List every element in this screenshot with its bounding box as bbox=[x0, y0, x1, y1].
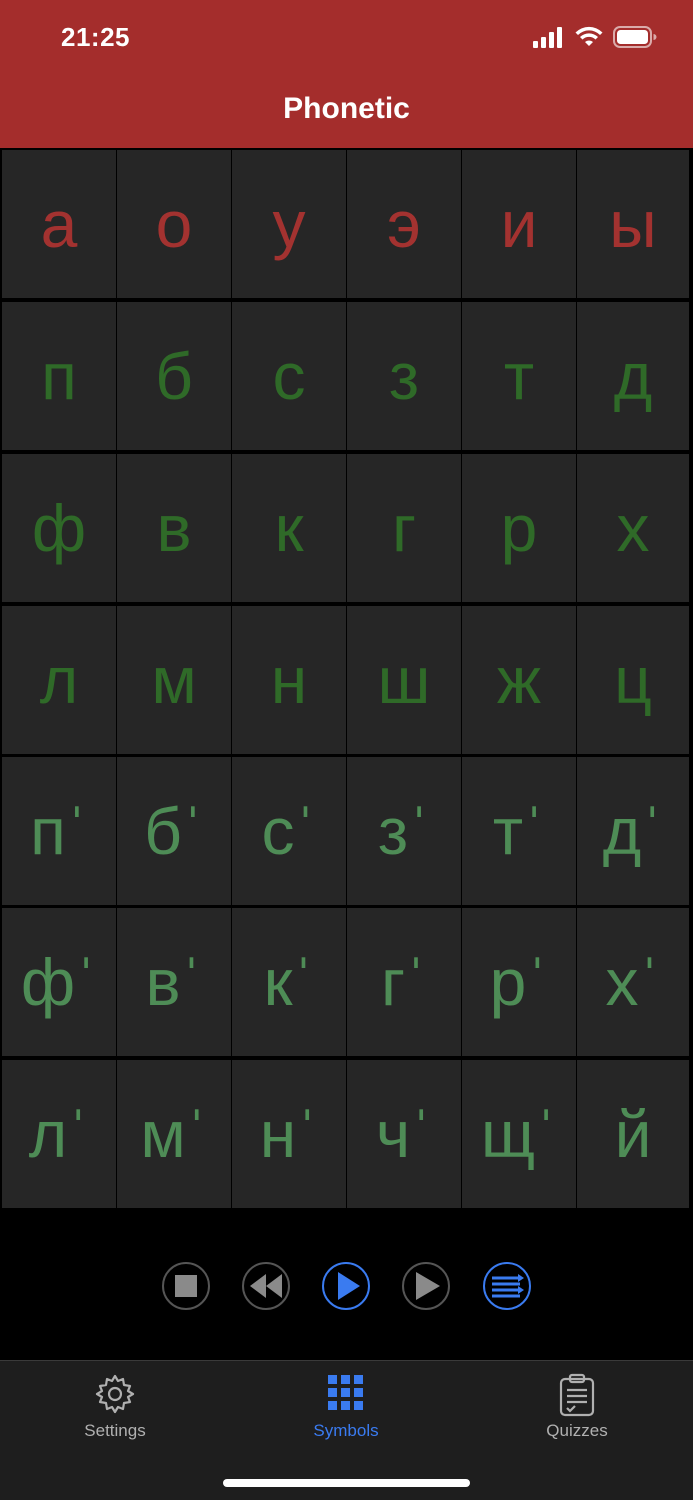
play-icon bbox=[338, 1272, 360, 1300]
symbol-cell[interactable]: г bbox=[347, 454, 461, 602]
symbol-grid: а о у э и ы п б с з т д ф в к г р х л м н ш ж ц пˈ бˈ сˈ зˈ тˈ дˈ фˈ вˈ… bbox=[0, 148, 693, 1210]
forward-icon bbox=[416, 1272, 440, 1300]
symbol-cell[interactable]: ш bbox=[347, 606, 461, 754]
symbol-cell[interactable]: л bbox=[2, 606, 116, 754]
symbol-cell[interactable]: у bbox=[232, 150, 346, 298]
playlist-button[interactable] bbox=[483, 1262, 531, 1310]
wifi-icon bbox=[575, 26, 603, 53]
symbol-cell[interactable]: фˈ bbox=[2, 908, 116, 1056]
stop-icon bbox=[175, 1275, 197, 1297]
page-title: Phonetic bbox=[283, 92, 410, 125]
symbol-cell[interactable]: бˈ bbox=[117, 757, 231, 905]
clipboard-icon bbox=[559, 1373, 595, 1417]
play-button[interactable] bbox=[322, 1262, 370, 1310]
status-icons bbox=[533, 24, 657, 54]
rewind-icon bbox=[250, 1274, 282, 1298]
symbol-cell[interactable]: х bbox=[577, 454, 689, 602]
symbol-cell[interactable]: пˈ bbox=[2, 757, 116, 905]
symbol-cell[interactable]: р bbox=[462, 454, 576, 602]
symbol-cell[interactable]: и bbox=[462, 150, 576, 298]
symbol-cell[interactable]: п bbox=[2, 302, 116, 450]
symbol-cell[interactable]: щˈ bbox=[462, 1060, 576, 1208]
symbol-cell[interactable]: ц bbox=[577, 606, 689, 754]
symbol-cell[interactable]: сˈ bbox=[232, 757, 346, 905]
tab-quizzes-label: Quizzes bbox=[546, 1421, 608, 1440]
symbol-cell[interactable]: хˈ bbox=[577, 908, 689, 1056]
tab-symbols[interactable]: Symbols bbox=[266, 1361, 426, 1451]
symbol-cell[interactable]: с bbox=[232, 302, 346, 450]
symbol-cell[interactable]: б bbox=[117, 302, 231, 450]
symbol-cell[interactable]: в bbox=[117, 454, 231, 602]
symbol-cell[interactable]: м bbox=[117, 606, 231, 754]
status-bar: 21:25 bbox=[0, 0, 693, 72]
nav-bar: Phonetic bbox=[0, 72, 693, 148]
symbol-cell[interactable]: д bbox=[577, 302, 689, 450]
grid-icon bbox=[328, 1375, 363, 1410]
tab-settings-label: Settings bbox=[84, 1421, 146, 1440]
symbol-cell[interactable]: й bbox=[577, 1060, 689, 1208]
symbol-cell[interactable]: мˈ bbox=[117, 1060, 231, 1208]
status-time: 21:25 bbox=[61, 22, 130, 52]
battery-icon bbox=[613, 25, 657, 53]
symbol-cell[interactable]: гˈ bbox=[347, 908, 461, 1056]
symbol-cell[interactable]: а bbox=[2, 150, 116, 298]
forward-button[interactable] bbox=[402, 1262, 450, 1310]
symbol-cell[interactable]: тˈ bbox=[462, 757, 576, 905]
home-indicator bbox=[223, 1479, 470, 1487]
symbol-cell[interactable]: э bbox=[347, 150, 461, 298]
tab-symbols-label: Symbols bbox=[313, 1421, 379, 1440]
symbol-cell[interactable]: к bbox=[232, 454, 346, 602]
symbol-cell[interactable]: зˈ bbox=[347, 757, 461, 905]
gear-icon bbox=[95, 1374, 135, 1414]
symbol-cell[interactable]: ф bbox=[2, 454, 116, 602]
symbol-cell[interactable]: н bbox=[232, 606, 346, 754]
symbol-cell[interactable]: дˈ bbox=[577, 757, 689, 905]
symbol-cell[interactable]: рˈ bbox=[462, 908, 576, 1056]
symbol-cell[interactable]: т bbox=[462, 302, 576, 450]
playlist-icon bbox=[492, 1274, 524, 1298]
symbol-cell[interactable]: кˈ bbox=[232, 908, 346, 1056]
symbol-cell[interactable]: чˈ bbox=[347, 1060, 461, 1208]
symbol-cell[interactable]: ы bbox=[577, 150, 689, 298]
symbol-cell[interactable]: нˈ bbox=[232, 1060, 346, 1208]
symbol-cell[interactable]: з bbox=[347, 302, 461, 450]
tab-settings[interactable]: Settings bbox=[35, 1361, 195, 1451]
player-controls bbox=[0, 1210, 693, 1360]
rewind-button[interactable] bbox=[242, 1262, 290, 1310]
stop-button[interactable] bbox=[162, 1262, 210, 1310]
symbol-cell[interactable]: вˈ bbox=[117, 908, 231, 1056]
tab-quizzes[interactable]: Quizzes bbox=[497, 1361, 657, 1451]
symbol-cell[interactable]: лˈ bbox=[2, 1060, 116, 1208]
symbol-cell[interactable]: ж bbox=[462, 606, 576, 754]
symbol-cell[interactable]: о bbox=[117, 150, 231, 298]
signal-icon bbox=[533, 26, 565, 53]
